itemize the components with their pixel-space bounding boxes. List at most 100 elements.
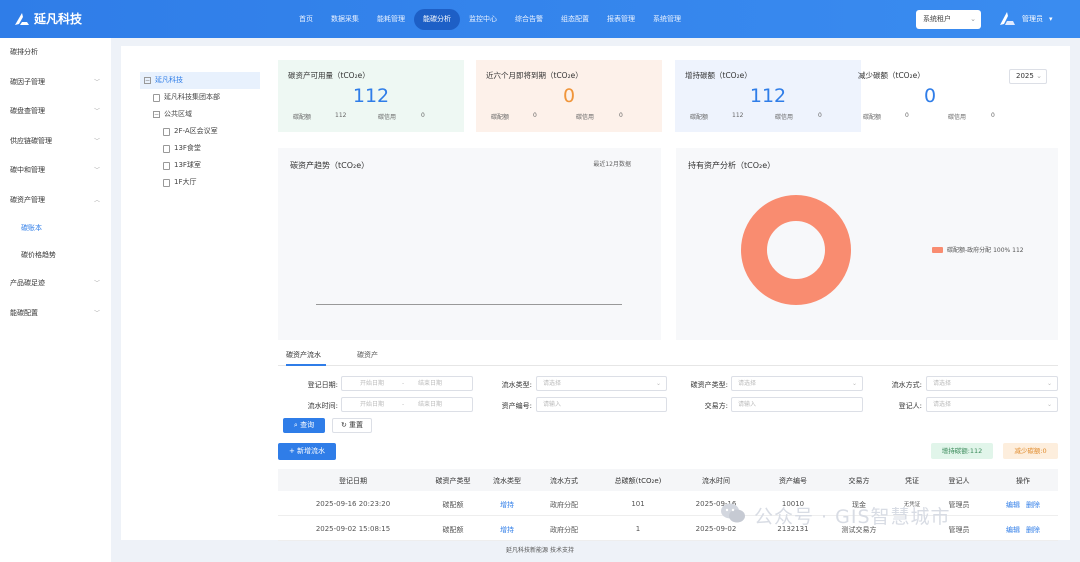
- sidebar-item-label: 碳因子管理: [10, 77, 45, 86]
- sidebar-item-label: 产品碳足迹: [10, 279, 45, 287]
- table-header-cell: 登记人: [948, 477, 970, 485]
- sidebar-item-items-3[interactable]: 供应链碳管理 ﹀: [0, 127, 111, 157]
- chevron-down-icon: ⌄: [851, 380, 857, 387]
- stat-sub-label: 碳配额: [293, 114, 312, 121]
- collapse-icon[interactable]: −: [144, 77, 151, 84]
- add-flow-button[interactable]: + 新增流水: [278, 443, 336, 460]
- delete-link[interactable]: 删除: [1026, 526, 1040, 534]
- stat-sub-value: 0: [818, 112, 822, 119]
- tree-root-label: 延凡科技: [155, 76, 183, 84]
- tree-node[interactable]: 2F-A区会议室: [140, 123, 260, 140]
- pie-slice[interactable]: [741, 195, 851, 305]
- search-icon: ⌕: [293, 421, 298, 429]
- document-icon: [163, 161, 170, 170]
- flow-time-range[interactable]: 开始日期 - 结束日期: [341, 397, 473, 412]
- table-header-cell: 资产编号: [779, 477, 807, 485]
- trader-input[interactable]: 请输入: [731, 397, 863, 412]
- stat-sub-value: 112: [335, 112, 347, 119]
- sidebar-item-label: 碳资产管理: [10, 195, 45, 204]
- stat-sub-value: 0: [533, 112, 537, 119]
- flow-time-start[interactable]: 开始日期: [360, 398, 384, 411]
- sidebar-item-items-1[interactable]: 碳因子管理 ﹀: [0, 68, 111, 98]
- tree-node-label: 1F大厅: [174, 178, 197, 186]
- asset-type-select[interactable]: 请选择 ⌄: [731, 376, 863, 391]
- flow-time-end[interactable]: 结束日期: [418, 398, 442, 411]
- reset-label: 重置: [349, 421, 364, 429]
- tab-asset-flow[interactable]: 碳资产流水: [286, 346, 326, 366]
- trend-hint: 最近12月数据: [593, 161, 631, 168]
- trend-panel: 碳资产趋势（tCO₂e） 最近12月数据: [278, 148, 661, 340]
- footer: 延凡科技新能源 技术支持: [506, 547, 574, 554]
- nav-item-1[interactable]: 数据采集: [322, 9, 368, 30]
- sidebar-item-items2-1[interactable]: 能碳配置 ﹀: [0, 299, 111, 329]
- query-button[interactable]: ⌕ 查询: [283, 418, 325, 433]
- stat-sub-label: 碳配额: [690, 114, 709, 121]
- reg-date-start[interactable]: 开始日期: [360, 377, 384, 390]
- sidebar-subitem-1[interactable]: 碳价格趋势: [0, 242, 111, 269]
- trend-title: 碳资产趋势（tCO₂e）: [290, 161, 370, 170]
- sidebar-item-items-0[interactable]: 碳排分析: [0, 38, 111, 68]
- nav-item-7[interactable]: 报表管理: [598, 9, 644, 30]
- registrant-select[interactable]: 请选择 ⌄: [926, 397, 1058, 412]
- reset-button[interactable]: ↻ 重置: [332, 418, 372, 433]
- tree-node[interactable]: 13F食堂: [140, 140, 260, 157]
- pie-legend: 碳配额-政府分配 100% 112: [932, 245, 1024, 254]
- sidebar-item-items-4[interactable]: 碳中和管理 ﹀: [0, 156, 111, 186]
- tab-bar: 碳资产流水 碳资产: [278, 346, 1058, 366]
- sidebar-item-items-2[interactable]: 碳盘查管理 ﹀: [0, 97, 111, 127]
- edit-link[interactable]: 编辑: [1006, 526, 1020, 534]
- range-separator: -: [402, 401, 405, 408]
- increase-badge: 增持碳额:112: [931, 443, 993, 459]
- logo-text: 延凡科技: [34, 12, 83, 26]
- nav-item-0[interactable]: 首页: [290, 9, 322, 30]
- org-tree: − 延凡科技 延凡科技集团本部 − 公共区域 2F-A区会议室 13F食堂 13F球室 1F大厅: [140, 72, 260, 191]
- table-header-cell: 流水类型: [493, 477, 521, 485]
- sidebar-subitem-0[interactable]: 碳账本: [0, 215, 111, 242]
- user-menu[interactable]: 管理员 ▾: [998, 10, 1053, 28]
- year-select[interactable]: 2025 ⌄: [1009, 69, 1047, 84]
- tenant-select[interactable]: 系统租户 ⌄: [916, 10, 981, 29]
- stat-card-title: 增持碳额（tCO₂e）: [685, 71, 752, 80]
- edit-link[interactable]: 编辑: [1006, 501, 1020, 509]
- asset-no-placeholder: 请输入: [543, 401, 562, 408]
- tree-node-label: 2F-A区会议室: [174, 127, 218, 135]
- add-flow-label: 新增流水: [297, 447, 326, 455]
- nav-item-8[interactable]: 系统管理: [644, 9, 690, 30]
- nav-item-6[interactable]: 组态配置: [552, 9, 598, 30]
- tab-asset[interactable]: 碳资产: [357, 346, 381, 366]
- tree-node[interactable]: − 公共区域: [140, 106, 260, 123]
- chevron-down-icon: ⌄: [1046, 401, 1052, 408]
- flow-way-select[interactable]: 请选择 ⌄: [926, 376, 1058, 391]
- table-cell: 碳配额: [442, 526, 464, 534]
- sidebar-item-items2-0[interactable]: 产品碳足迹 ﹀: [0, 269, 111, 299]
- asset-no-input[interactable]: 请输入: [536, 397, 667, 412]
- tree-root[interactable]: − 延凡科技: [140, 72, 260, 89]
- tree-node[interactable]: 延凡科技集团本部: [140, 89, 260, 106]
- stat-card-value: 0: [562, 85, 576, 107]
- nav-item-3[interactable]: 能碳分析: [414, 9, 460, 30]
- nav-item-5[interactable]: 综合告警: [506, 9, 552, 30]
- tree-node[interactable]: 13F球室: [140, 157, 260, 174]
- reg-date-end[interactable]: 结束日期: [418, 377, 442, 390]
- collapse-icon[interactable]: −: [153, 111, 160, 118]
- nav-item-4[interactable]: 监控中心: [460, 9, 506, 30]
- table-cell: 增持: [500, 526, 514, 534]
- range-separator: -: [402, 380, 405, 387]
- nav-item-2[interactable]: 能耗管理: [368, 9, 414, 30]
- logo[interactable]: 延凡科技: [14, 10, 82, 27]
- top-nav: 首页 数据采集 能耗管理 能碳分析 监控中心 综合告警 组态配置 报表管理 系统管理: [290, 9, 690, 30]
- table-cell: 2025-09-02 15:08:15: [315, 525, 391, 533]
- table-cell: 2025-09-16 20:23:20: [315, 500, 391, 508]
- asset-type-placeholder: 请选择: [738, 380, 757, 387]
- table-cell: 政府分配: [550, 501, 578, 509]
- reg-date-range[interactable]: 开始日期 - 结束日期: [341, 376, 473, 391]
- delete-link[interactable]: 删除: [1026, 501, 1040, 509]
- stat-card-value: 112: [749, 85, 787, 107]
- user-name: 管理员: [1022, 15, 1043, 23]
- tree-node[interactable]: 1F大厅: [140, 174, 260, 191]
- chevron-down-icon: ﹀: [93, 137, 100, 145]
- legend-text: 碳配额-政府分配 100% 112: [947, 247, 1024, 254]
- flow-type-select[interactable]: 请选择 ⌄: [536, 376, 667, 391]
- sidebar-item-items-5[interactable]: 碳资产管理 ︿: [0, 186, 111, 216]
- trader-label: 交易方:: [704, 402, 728, 410]
